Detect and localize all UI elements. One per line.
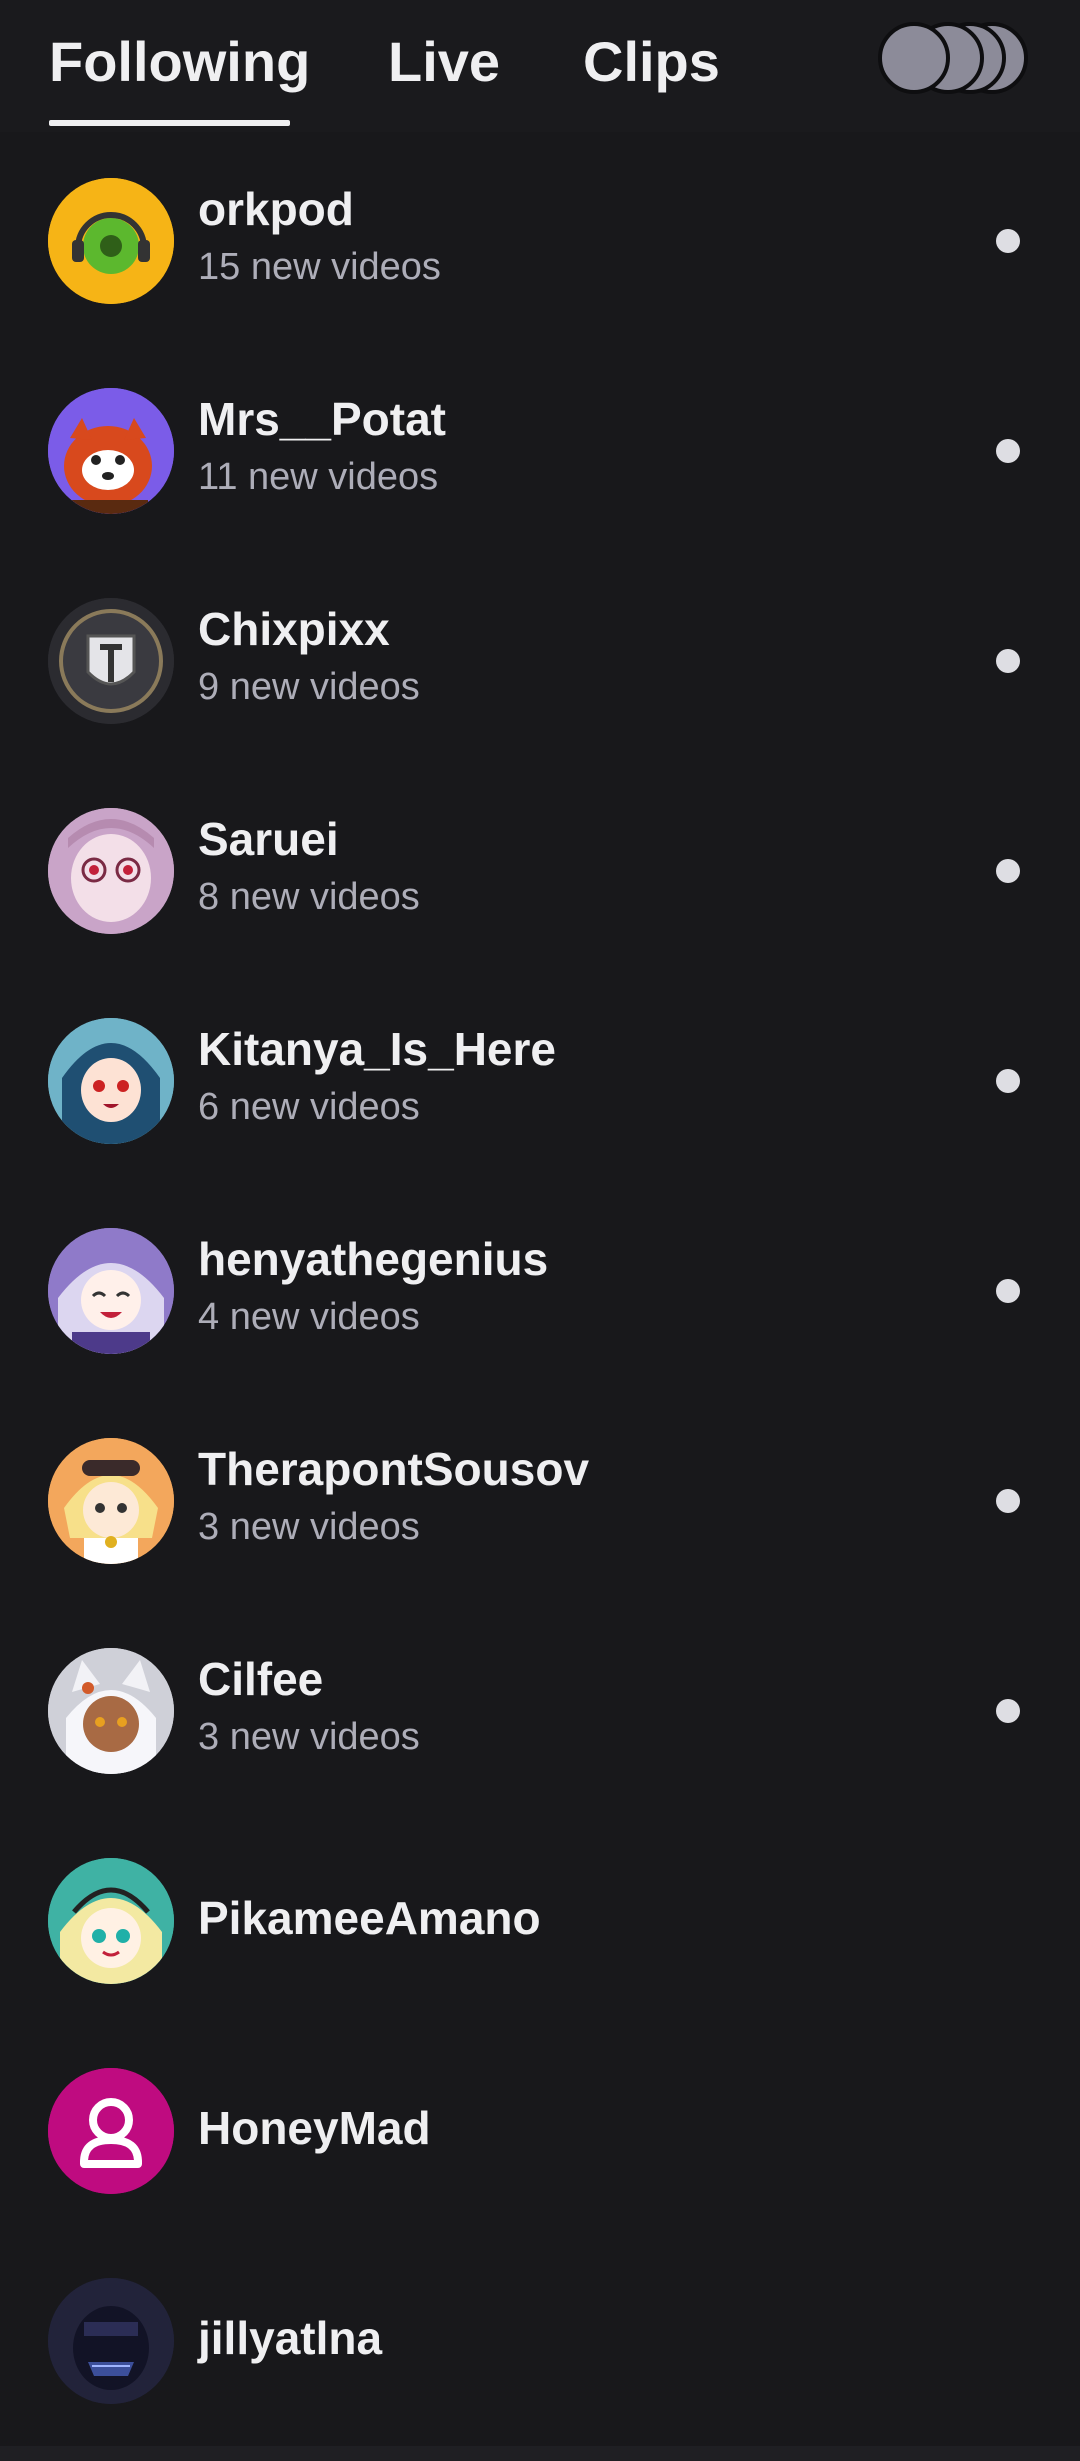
- new-videos-count: 4 new videos: [198, 1296, 420, 1338]
- new-content-dot-icon: [996, 1699, 1020, 1723]
- anime-cat-girl-avatar: [48, 1648, 174, 1774]
- channel-row[interactable]: Chixpixx 9 new videos: [0, 552, 1080, 762]
- channel-row[interactable]: Saruei 8 new videos: [0, 762, 1080, 972]
- channel-row[interactable]: HoneyMad: [0, 2022, 1080, 2232]
- anime-girl-blue-hair-avatar: [48, 1018, 174, 1144]
- channel-row[interactable]: orkpod 15 new videos: [0, 132, 1080, 342]
- new-videos-count: 9 new videos: [198, 666, 420, 708]
- tab-live[interactable]: Live: [388, 28, 500, 96]
- channel-row[interactable]: Mrs__Potat 11 new videos: [0, 342, 1080, 552]
- channel-name: Cilfee: [198, 1653, 324, 1705]
- channel-name: jillyatlna: [198, 2312, 383, 2364]
- new-videos-count: 8 new videos: [198, 876, 420, 918]
- new-content-dot-icon: [996, 439, 1020, 463]
- stack-avatar-icon: [878, 22, 950, 94]
- new-content-dot-icon: [996, 229, 1020, 253]
- stacked-avatars-button[interactable]: [878, 22, 1028, 94]
- channel-name: Kitanya_Is_Here: [198, 1023, 556, 1075]
- red-panda-avatar: [48, 388, 174, 514]
- headphones-donut-avatar: [48, 178, 174, 304]
- new-videos-count: 6 new videos: [198, 1086, 420, 1128]
- channel-name: HoneyMad: [198, 2102, 431, 2154]
- channel-name: PikameeAmano: [198, 1892, 541, 1944]
- channel-name: orkpod: [198, 183, 354, 235]
- channel-name: TherapontSousov: [198, 1443, 590, 1495]
- top-tab-bar: Following Live Clips: [0, 0, 1080, 132]
- tab-following[interactable]: Following: [49, 28, 310, 96]
- channel-name: henyathegenius: [198, 1233, 549, 1285]
- new-videos-count: 3 new videos: [198, 1506, 420, 1548]
- anime-girl-blonde-avatar: [48, 1438, 174, 1564]
- channel-row[interactable]: PikameeAmano: [0, 1812, 1080, 2022]
- channel-row[interactable]: TherapontSousov 3 new videos: [0, 1392, 1080, 1602]
- channel-name: Saruei: [198, 813, 339, 865]
- new-videos-count: 3 new videos: [198, 1716, 420, 1758]
- channel-row[interactable]: Cilfee 3 new videos: [0, 1602, 1080, 1812]
- channel-name: Mrs__Potat: [198, 393, 446, 445]
- anime-girl-glasses-avatar: [48, 808, 174, 934]
- channel-row[interactable]: Kitanya_Is_Here 6 new videos: [0, 972, 1080, 1182]
- new-videos-count: 15 new videos: [198, 246, 441, 288]
- new-videos-count: 11 new videos: [198, 456, 439, 498]
- tab-clips[interactable]: Clips: [583, 28, 720, 96]
- channel-name: Chixpixx: [198, 603, 390, 655]
- dark-mask-avatar: [48, 2278, 174, 2404]
- channel-row[interactable]: henyathegenius 4 new videos: [0, 1182, 1080, 1392]
- new-content-dot-icon: [996, 859, 1020, 883]
- anime-girl-purple-avatar: [48, 1228, 174, 1354]
- bottom-edge: [0, 2446, 1080, 2461]
- default-user-avatar: [48, 2068, 174, 2194]
- new-content-dot-icon: [996, 1279, 1020, 1303]
- anime-girl-green-hair-avatar: [48, 1858, 174, 1984]
- active-tab-indicator: [49, 120, 290, 126]
- new-content-dot-icon: [996, 1489, 1020, 1513]
- new-content-dot-icon: [996, 649, 1020, 673]
- shield-crest-avatar: [48, 598, 174, 724]
- new-content-dot-icon: [996, 1069, 1020, 1093]
- channel-row[interactable]: jillyatlna: [0, 2232, 1080, 2442]
